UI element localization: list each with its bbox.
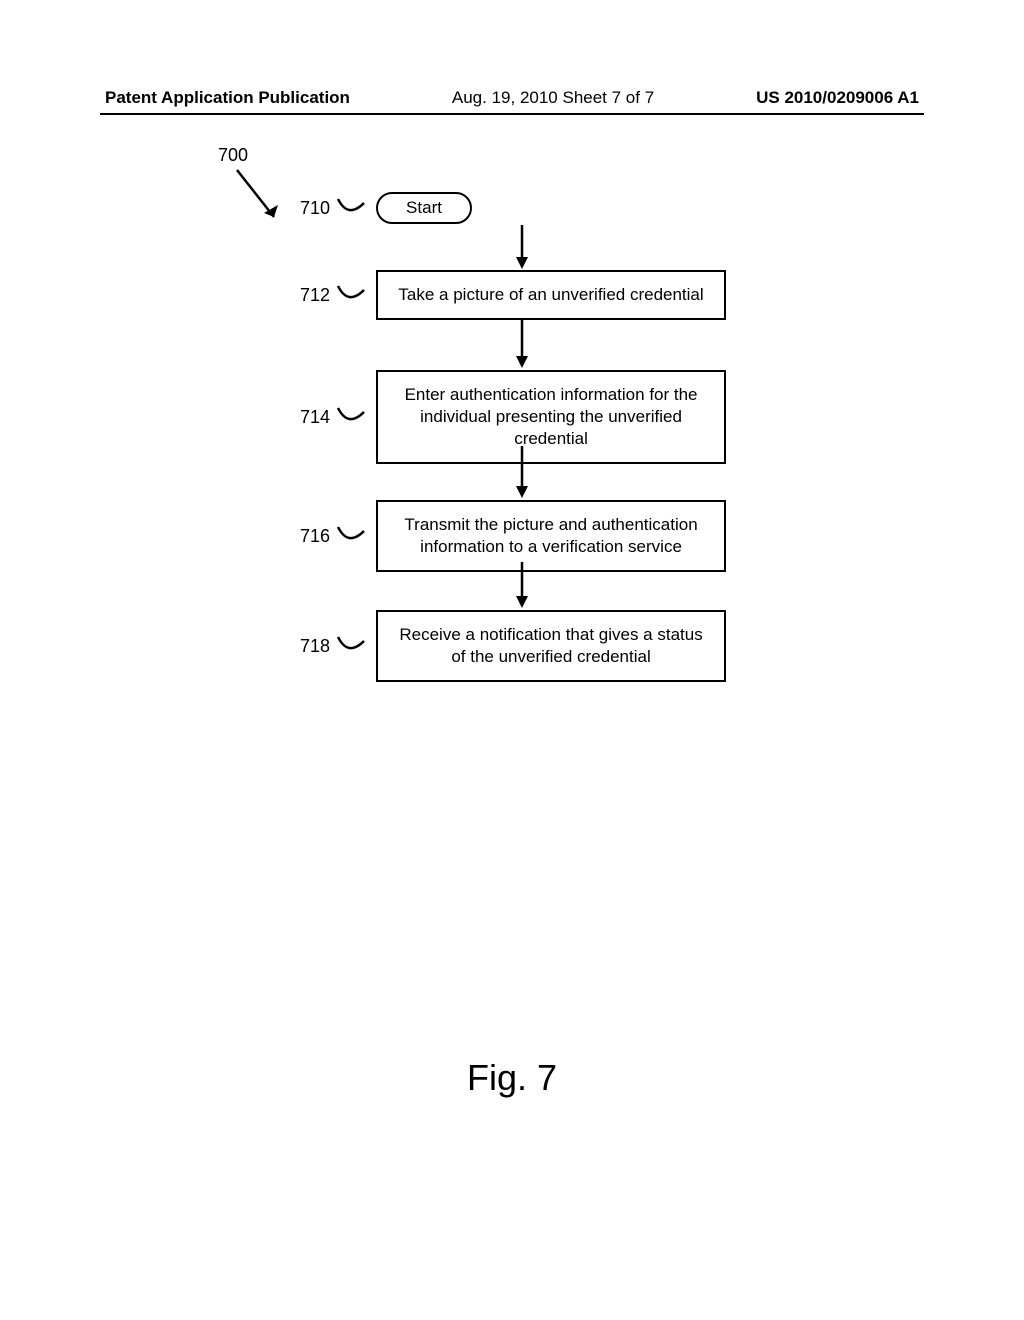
step-718-box: Receive a notification that gives a stat… (376, 610, 726, 682)
header-date-sheet: Aug. 19, 2010 Sheet 7 of 7 (452, 88, 654, 108)
diagram-ref-main: 700 (218, 145, 248, 166)
step-714-box: Enter authentication information for the… (376, 370, 726, 464)
connector-curve-icon (336, 633, 368, 659)
connector-curve-icon (336, 195, 368, 221)
step-716-box: Transmit the picture and authentication … (376, 500, 726, 572)
arrow-down-icon (512, 562, 532, 612)
ref-712: 712 (300, 285, 330, 306)
arrow-down-icon (512, 446, 532, 502)
ref-718: 718 (300, 636, 330, 657)
flowchart-diagram: 700 710 Start 712 Take a picture of an u… (0, 130, 1024, 730)
figure-label: Fig. 7 (0, 1057, 1024, 1099)
header-publication: Patent Application Publication (105, 88, 350, 108)
connector-curve-icon (336, 404, 368, 430)
connector-curve-icon (336, 282, 368, 308)
start-row: 710 Start (300, 192, 472, 224)
step-712-row: 712 Take a picture of an unverified cred… (300, 270, 726, 320)
step-718-row: 718 Receive a notification that gives a … (300, 610, 726, 682)
ref-710: 710 (300, 198, 330, 219)
header-divider (100, 113, 924, 115)
step-712-box: Take a picture of an unverified credenti… (376, 270, 726, 320)
start-terminal: Start (376, 192, 472, 224)
ref-714: 714 (300, 407, 330, 428)
arrow-down-icon (512, 225, 532, 273)
arrow-down-icon (512, 320, 532, 372)
page-header: Patent Application Publication Aug. 19, … (0, 88, 1024, 108)
diagonal-arrow-icon (232, 165, 292, 235)
ref-716: 716 (300, 526, 330, 547)
connector-curve-icon (336, 523, 368, 549)
header-patent-number: US 2010/0209006 A1 (756, 88, 919, 108)
